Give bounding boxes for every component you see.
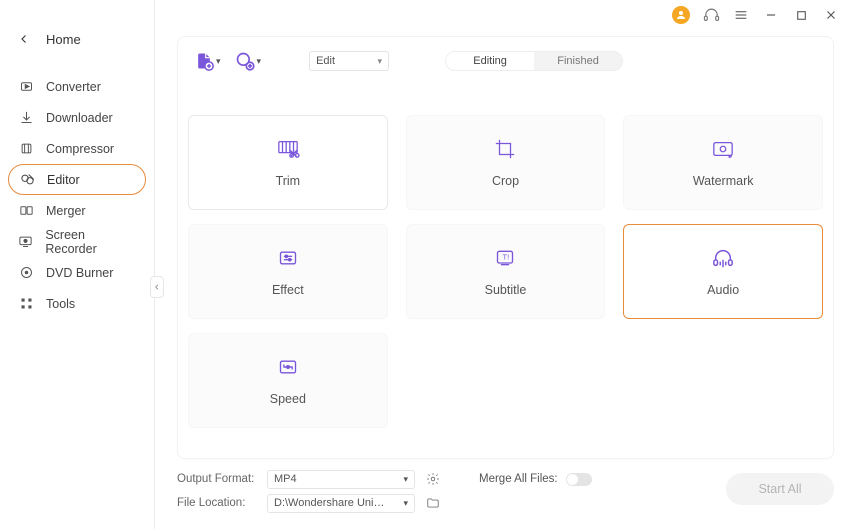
watermark-icon bbox=[710, 138, 736, 160]
speed-icon bbox=[275, 356, 301, 378]
sidebar-item-compressor[interactable]: Compressor bbox=[8, 133, 146, 164]
dvd-burner-icon bbox=[18, 265, 34, 281]
toolbar: ▾ ▾ Edit ▾ Editing Finished bbox=[178, 37, 833, 77]
converter-icon bbox=[18, 79, 34, 95]
card-crop[interactable]: Crop bbox=[406, 115, 606, 210]
sidebar-item-label: Converter bbox=[46, 80, 101, 94]
chevron-down-icon: ▾ bbox=[378, 56, 383, 67]
screen-recorder-icon bbox=[18, 234, 33, 250]
card-label: Watermark bbox=[693, 174, 754, 188]
merger-icon bbox=[18, 203, 34, 219]
trim-icon bbox=[275, 138, 301, 160]
add-file-button[interactable]: ▾ bbox=[194, 51, 221, 71]
card-audio[interactable]: Audio bbox=[623, 224, 823, 319]
maximize-icon[interactable] bbox=[792, 6, 810, 24]
close-icon[interactable] bbox=[822, 6, 840, 24]
sidebar-nav: Converter Downloader Compressor Editor M… bbox=[0, 63, 154, 319]
merge-row: Merge All Files: bbox=[479, 473, 592, 486]
card-subtitle[interactable]: T! Subtitle bbox=[406, 224, 606, 319]
select-value: D:\Wondershare UniConverter 1 bbox=[274, 497, 392, 509]
card-label: Effect bbox=[272, 283, 304, 297]
chevron-down-icon: ▾ bbox=[403, 498, 408, 509]
card-trim[interactable]: Trim bbox=[188, 115, 388, 210]
sidebar-header[interactable]: Home bbox=[0, 0, 154, 63]
merge-toggle[interactable] bbox=[566, 473, 592, 486]
card-label: Trim bbox=[276, 174, 301, 188]
chevron-down-icon: ▾ bbox=[216, 56, 221, 67]
sidebar-item-label: Screen Recorder bbox=[45, 228, 136, 256]
card-speed[interactable]: Speed bbox=[188, 333, 388, 428]
sidebar-item-converter[interactable]: Converter bbox=[8, 71, 146, 102]
sidebar-item-label: DVD Burner bbox=[46, 266, 113, 280]
content-card: ▾ ▾ Edit ▾ Editing Finished Trim bbox=[177, 36, 834, 459]
effect-icon bbox=[275, 247, 301, 269]
footer: Output Format: MP4 ▾ Merge All Files: Fi… bbox=[177, 467, 834, 521]
compressor-icon bbox=[18, 141, 34, 157]
crop-icon bbox=[492, 138, 518, 160]
button-label: Start All bbox=[758, 482, 801, 496]
segment-finished[interactable]: Finished bbox=[534, 52, 622, 70]
merge-label: Merge All Files: bbox=[479, 473, 558, 485]
output-format-label: Output Format: bbox=[177, 473, 257, 485]
sidebar-item-label: Compressor bbox=[46, 142, 114, 156]
editor-icon bbox=[19, 172, 35, 188]
downloader-icon bbox=[18, 110, 34, 126]
dropdown-value: Edit bbox=[316, 55, 335, 67]
chevron-down-icon: ▾ bbox=[257, 56, 262, 67]
select-value: MP4 bbox=[274, 473, 297, 485]
sidebar-item-tools[interactable]: Tools bbox=[8, 288, 146, 319]
account-icon[interactable] bbox=[672, 6, 690, 24]
minimize-icon[interactable] bbox=[762, 6, 780, 24]
support-icon[interactable] bbox=[702, 6, 720, 24]
card-watermark[interactable]: Watermark bbox=[623, 115, 823, 210]
sidebar-item-editor[interactable]: Editor bbox=[8, 164, 146, 195]
titlebar bbox=[672, 6, 840, 24]
segment-label: Finished bbox=[557, 55, 599, 67]
chevron-down-icon: ▾ bbox=[403, 474, 408, 485]
sidebar-item-label: Merger bbox=[46, 204, 86, 218]
subtitle-icon: T! bbox=[492, 247, 518, 269]
settings-icon[interactable] bbox=[425, 471, 441, 487]
sidebar-item-label: Editor bbox=[47, 173, 80, 187]
sidebar-item-label: Downloader bbox=[46, 111, 113, 125]
file-location-label: File Location: bbox=[177, 497, 257, 509]
add-url-button[interactable]: ▾ bbox=[235, 51, 262, 71]
sidebar-item-downloader[interactable]: Downloader bbox=[8, 102, 146, 133]
segment-editing[interactable]: Editing bbox=[446, 52, 534, 70]
output-format-select[interactable]: MP4 ▾ bbox=[267, 470, 415, 489]
edit-mode-dropdown[interactable]: Edit ▾ bbox=[309, 51, 389, 71]
card-label: Speed bbox=[270, 392, 306, 406]
sidebar: Home Converter Downloader Compressor Edi… bbox=[0, 0, 155, 529]
audio-icon bbox=[710, 247, 736, 269]
file-location-select[interactable]: D:\Wondershare UniConverter 1 ▾ bbox=[267, 494, 415, 513]
start-all-button[interactable]: Start All bbox=[726, 473, 834, 505]
sidebar-item-label: Tools bbox=[46, 297, 75, 311]
segmented-control: Editing Finished bbox=[445, 51, 623, 71]
sidebar-item-dvd-burner[interactable]: DVD Burner bbox=[8, 257, 146, 288]
card-label: Audio bbox=[707, 283, 739, 297]
back-icon[interactable] bbox=[18, 33, 32, 47]
tools-icon bbox=[18, 296, 34, 312]
svg-text:T!: T! bbox=[503, 252, 510, 261]
sidebar-item-merger[interactable]: Merger bbox=[8, 195, 146, 226]
sidebar-title: Home bbox=[46, 32, 81, 47]
card-label: Subtitle bbox=[485, 283, 527, 297]
sidebar-item-screen-recorder[interactable]: Screen Recorder bbox=[8, 226, 146, 257]
main: ▾ ▾ Edit ▾ Editing Finished Trim bbox=[155, 28, 850, 529]
segment-label: Editing bbox=[473, 55, 507, 67]
menu-icon[interactable] bbox=[732, 6, 750, 24]
card-effect[interactable]: Effect bbox=[188, 224, 388, 319]
open-folder-icon[interactable] bbox=[425, 495, 441, 511]
card-label: Crop bbox=[492, 174, 519, 188]
editor-grid: Trim Crop Watermark Effect T! Subtitle A… bbox=[188, 115, 823, 448]
